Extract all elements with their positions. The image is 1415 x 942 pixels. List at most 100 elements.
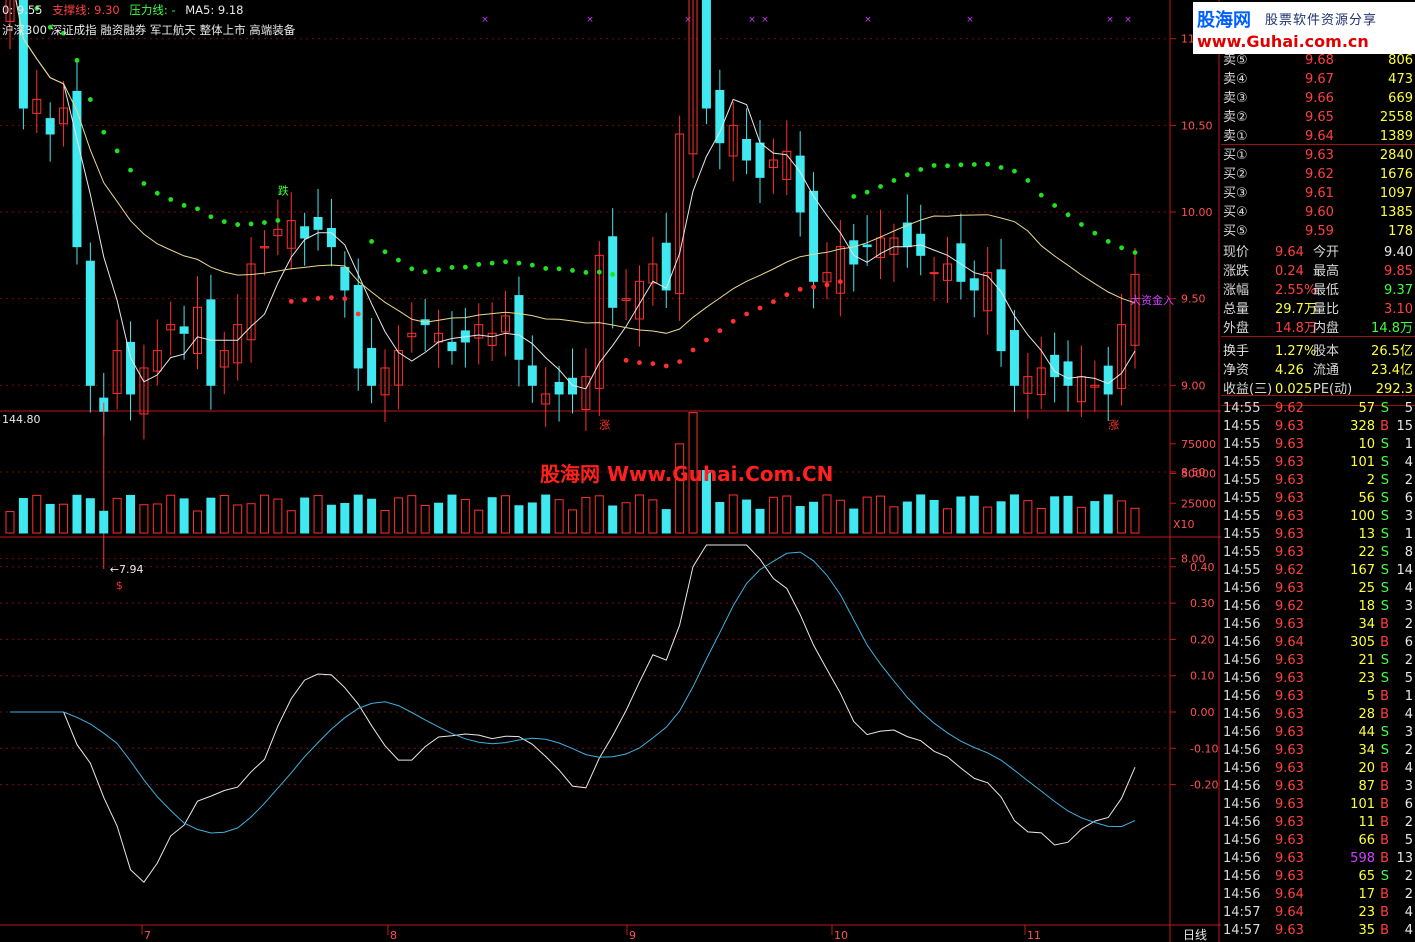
tick-row[interactable]: 14:56 9.63 20 B 4 (1221, 759, 1415, 778)
tick-row[interactable]: 14:56 9.63 34 B 2 (1221, 615, 1415, 634)
quote-row[interactable]: 涨幅 2.55% 最低 9.37 (1221, 281, 1415, 300)
sell-row[interactable]: 卖⑤ 9.68 806 (1221, 51, 1415, 70)
tick-row[interactable]: 14:57 9.63 35 B 4 (1221, 921, 1415, 940)
trend-dot (1025, 178, 1031, 183)
tick-row[interactable]: 14:56 9.63 28 B 4 (1221, 705, 1415, 724)
tick-row[interactable]: 14:55 9.63 328 B 15 (1221, 417, 1415, 436)
trend-dot (1132, 250, 1138, 255)
tick-count: 14 (1396, 563, 1413, 578)
trend-dot (704, 337, 709, 343)
tick-side: B (1380, 833, 1389, 848)
tick-row[interactable]: 14:55 9.63 100 S 3 (1221, 507, 1415, 526)
trend-dot (797, 286, 803, 292)
tick-row[interactable]: 14:56 9.63 11 B 2 (1221, 813, 1415, 832)
sell-row[interactable]: 卖② 9.65 2558 (1221, 108, 1415, 127)
volume-bar (742, 499, 752, 534)
macd-axis-label: -0.20 (1190, 779, 1218, 792)
site-logo[interactable]: 股海网 股票软件资源分享 www.Guhai.com.cn (1193, 2, 1415, 54)
quote-row[interactable]: 总量 29.7万 量比 3.10 (1221, 300, 1415, 319)
buy-level-label: 买④ (1223, 205, 1248, 220)
tick-row[interactable]: 14:55 9.63 2 S 2 (1221, 471, 1415, 490)
tick-row[interactable]: 14:56 9.63 44 S 3 (1221, 723, 1415, 742)
buy-row[interactable]: 买④ 9.60 1385 (1221, 203, 1415, 222)
tick-row[interactable]: 14:55 9.62 57 S 5 (1221, 399, 1415, 418)
tick-side: B (1380, 635, 1389, 650)
tick-row[interactable]: 14:57 9.64 23 B 4 (1221, 903, 1415, 922)
volume-bar (474, 509, 484, 534)
volume-bar (246, 503, 256, 534)
tick-volume: 2 (1366, 473, 1375, 488)
tick-row[interactable]: 14:56 9.63 25 S 4 (1221, 579, 1415, 598)
candle-body (179, 326, 189, 334)
tick-price: 9.63 (1275, 689, 1304, 704)
macd-dif-line (10, 544, 1136, 883)
quote-row[interactable]: 换手 1.27% 股本 26.5亿 (1221, 342, 1415, 361)
trend-dot (851, 194, 857, 199)
volume-bar (139, 504, 149, 534)
tick-row[interactable]: 14:56 9.63 34 S 2 (1221, 741, 1415, 760)
tick-row[interactable]: 14:56 9.63 101 B 6 (1221, 795, 1415, 814)
tick-row[interactable]: 14:56 9.63 66 B 5 (1221, 831, 1415, 850)
candle-body (809, 190, 819, 282)
tick-count: 6 (1404, 491, 1413, 506)
quote-row[interactable]: 涨跌 0.24 最高 9.85 (1221, 262, 1415, 281)
tick-row[interactable]: 14:56 9.62 18 S 3 (1221, 597, 1415, 616)
tick-price: 9.63 (1275, 653, 1304, 668)
quote-value: 0.025 (1275, 382, 1313, 397)
volume-bar (969, 495, 979, 534)
tick-time: 14:56 (1223, 869, 1261, 884)
trend-dot (342, 296, 348, 302)
tick-time: 14:56 (1223, 635, 1261, 650)
tick-side: S (1380, 563, 1389, 578)
tick-row[interactable]: 14:56 9.64 17 B 2 (1221, 885, 1415, 904)
sell-row[interactable]: 卖④ 9.67 473 (1221, 70, 1415, 89)
tick-price: 9.63 (1275, 851, 1304, 866)
quote-label: 最低 (1313, 283, 1340, 298)
quote-row[interactable]: 收益(三) 0.025 PE(动) 292.3 (1221, 380, 1415, 399)
tick-row[interactable]: 14:55 9.63 101 S 4 (1221, 453, 1415, 472)
volume-bar (608, 505, 618, 534)
tick-row[interactable]: 14:56 9.63 598 B 13 (1221, 849, 1415, 868)
tick-price: 9.63 (1275, 923, 1304, 938)
tick-time: 14:56 (1223, 617, 1261, 632)
tick-time: 14:56 (1223, 689, 1261, 704)
trend-dot (650, 361, 656, 367)
trend-dot (570, 268, 575, 273)
buy-row[interactable]: 买② 9.62 1676 (1221, 165, 1415, 184)
tick-row[interactable]: 14:55 9.63 22 S 8 (1221, 543, 1415, 562)
tick-row[interactable]: 14:55 9.63 56 S 6 (1221, 489, 1415, 508)
trend-dot (1052, 203, 1058, 208)
tick-row[interactable]: 14:56 9.63 21 S 2 (1221, 651, 1415, 670)
volume-bar (581, 497, 591, 534)
quote-label: 量比 (1313, 302, 1340, 317)
candle-body (126, 341, 136, 395)
tick-row[interactable]: 14:56 9.63 65 S 2 (1221, 867, 1415, 886)
tick-row[interactable]: 14:55 9.62 167 S 14 (1221, 561, 1415, 580)
tick-volume: 20 (1358, 761, 1375, 776)
tick-volume: 87 (1358, 779, 1375, 794)
tick-row[interactable]: 14:56 9.63 23 S 5 (1221, 669, 1415, 688)
tick-row[interactable]: 14:56 9.64 305 B 6 (1221, 633, 1415, 652)
tick-row[interactable]: 14:56 9.63 5 B 1 (1221, 687, 1415, 706)
buy-row[interactable]: 买① 9.63 2840 (1221, 146, 1415, 165)
volume-bar (99, 510, 109, 534)
buy-row[interactable]: 买③ 9.61 1097 (1221, 184, 1415, 203)
tick-row[interactable]: 14:55 9.63 13 S 1 (1221, 525, 1415, 544)
trend-dot (436, 267, 441, 273)
candle-body (715, 89, 725, 144)
candle-body (326, 227, 336, 248)
candle-body (527, 365, 537, 386)
volume-bar (380, 509, 390, 534)
trend-dot (1092, 230, 1098, 236)
indicator-header: 0: 9.55 支撑线: 9.30 压力线: - MA5: 9.18 (2, 0, 244, 20)
trend-dot (154, 190, 160, 196)
quote-row[interactable]: 净资 4.26 流通 23.4亿 (1221, 361, 1415, 380)
quote-row[interactable]: 现价 9.64 今开 9.40 (1221, 243, 1415, 262)
tick-row[interactable]: 14:55 9.63 10 S 1 (1221, 435, 1415, 454)
tick-row[interactable]: 14:56 9.63 87 B 3 (1221, 777, 1415, 796)
sell-row[interactable]: 卖③ 9.66 669 (1221, 89, 1415, 108)
tick-price: 9.62 (1275, 563, 1304, 578)
tick-side: B (1380, 815, 1389, 830)
candle-body (340, 266, 350, 291)
buy-row[interactable]: 买⑤ 9.59 178 (1221, 222, 1415, 241)
